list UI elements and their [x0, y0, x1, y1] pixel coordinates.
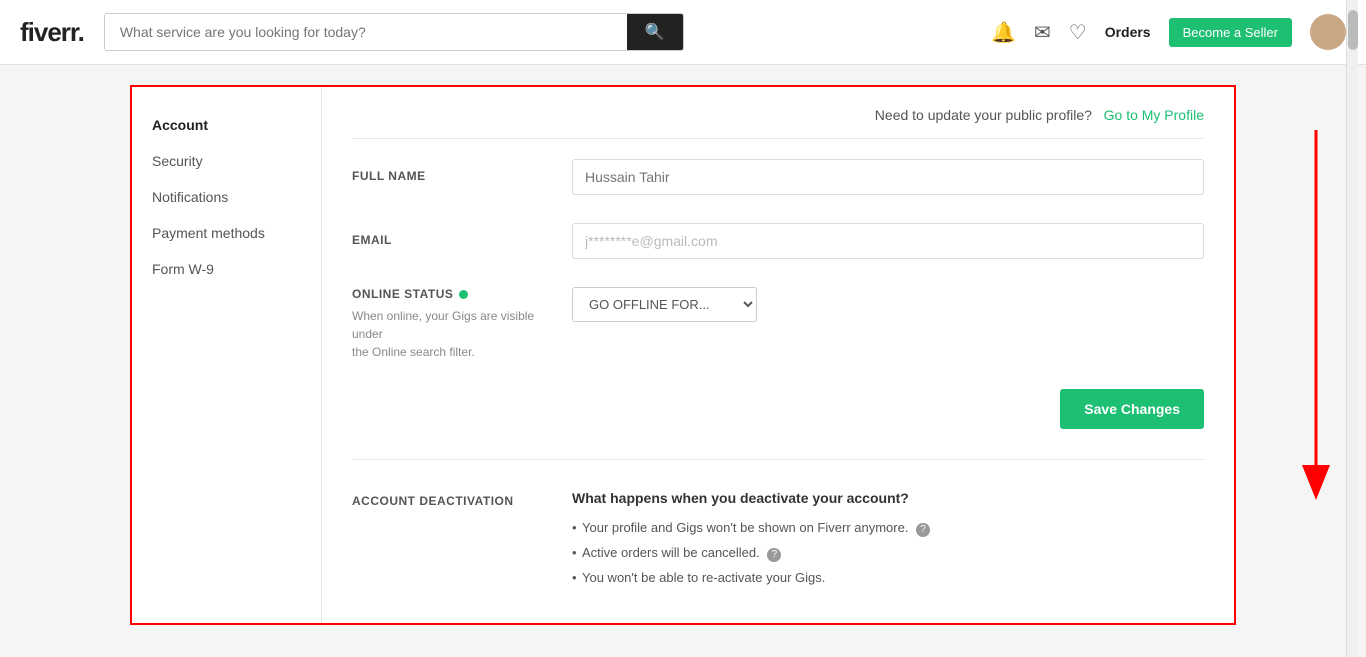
save-row: Save Changes — [352, 389, 1204, 460]
scrollbar-thumb[interactable] — [1348, 10, 1358, 50]
settings-wrapper: Account Security Notifications Payment m… — [130, 85, 1236, 625]
deactivation-label: ACCOUNT DEACTIVATION — [352, 490, 552, 593]
search-icon: 🔍 — [645, 24, 665, 41]
avatar[interactable] — [1310, 14, 1346, 50]
favorites-heart-icon[interactable]: ♡ — [1069, 20, 1087, 45]
help-icon-0[interactable]: ? — [916, 523, 930, 537]
full-name-label: FULL NAME — [352, 159, 552, 183]
fiverr-logo[interactable]: fiverr. — [20, 17, 84, 48]
online-status-description: When online, your Gigs are visible under… — [352, 307, 552, 361]
sidebar-item-payment-methods[interactable]: Payment methods — [132, 215, 321, 251]
search-bar: 🔍 — [104, 13, 684, 51]
online-status-dot — [459, 290, 468, 299]
go-to-my-profile-link[interactable]: Go to My Profile — [1104, 107, 1204, 123]
messages-mail-icon[interactable]: ✉ — [1034, 20, 1051, 45]
notifications-bell-icon[interactable]: 🔔 — [991, 20, 1016, 45]
profile-link-bar: Need to update your public profile? Go t… — [352, 107, 1204, 139]
deactivation-content: What happens when you deactivate your ac… — [572, 490, 1204, 593]
sidebar: Account Security Notifications Payment m… — [132, 87, 322, 623]
sidebar-item-form-w9[interactable]: Form W-9 — [132, 251, 321, 287]
sidebar-item-account[interactable]: Account — [132, 107, 321, 143]
logo-text: fiverr — [20, 17, 78, 47]
deactivation-item-1: Active orders will be cancelled. ? — [572, 545, 1204, 562]
online-status-label: ONLINE STATUS — [352, 287, 552, 301]
search-input[interactable] — [105, 14, 627, 50]
offline-for-select[interactable]: GO OFFLINE FOR... 1 Hour 4 Hours 8 Hours… — [572, 287, 757, 322]
content-area: Need to update your public profile? Go t… — [322, 87, 1234, 623]
logo-dot: . — [78, 17, 84, 47]
profile-link-text: Need to update your public profile? — [875, 107, 1092, 123]
deactivation-list: Your profile and Gigs won't be shown on … — [572, 520, 1204, 585]
orders-link[interactable]: Orders — [1105, 24, 1151, 40]
offline-select-wrap: GO OFFLINE FOR... 1 Hour 4 Hours 8 Hours… — [572, 287, 757, 322]
scrollbar[interactable] — [1346, 0, 1358, 657]
online-label-wrap: ONLINE STATUS When online, your Gigs are… — [352, 287, 552, 361]
online-status-row: ONLINE STATUS When online, your Gigs are… — [352, 287, 1204, 361]
save-changes-button[interactable]: Save Changes — [1060, 389, 1204, 429]
search-button[interactable]: 🔍 — [627, 14, 683, 50]
header-icons: 🔔 ✉ ♡ Orders Become a Seller — [991, 14, 1346, 50]
deactivation-item-0: Your profile and Gigs won't be shown on … — [572, 520, 1204, 537]
become-seller-button[interactable]: Become a Seller — [1169, 18, 1292, 47]
email-label: EMAIL — [352, 223, 552, 247]
full-name-row: FULL NAME — [352, 159, 1204, 195]
main-container: Account Security Notifications Payment m… — [0, 65, 1366, 645]
account-deactivation-section: ACCOUNT DEACTIVATION What happens when y… — [352, 490, 1204, 593]
deactivation-item-2: You won't be able to re-activate your Gi… — [572, 570, 1204, 585]
sidebar-item-security[interactable]: Security — [132, 143, 321, 179]
email-input-wrap — [572, 223, 1204, 259]
email-row: EMAIL — [352, 223, 1204, 259]
full-name-input-wrap — [572, 159, 1204, 195]
help-icon-1[interactable]: ? — [767, 548, 781, 562]
deactivation-title: What happens when you deactivate your ac… — [572, 490, 1204, 506]
sidebar-item-notifications[interactable]: Notifications — [132, 179, 321, 215]
header: fiverr. 🔍 🔔 ✉ ♡ Orders Become a Seller — [0, 0, 1366, 65]
email-input[interactable] — [572, 223, 1204, 259]
full-name-input[interactable] — [572, 159, 1204, 195]
